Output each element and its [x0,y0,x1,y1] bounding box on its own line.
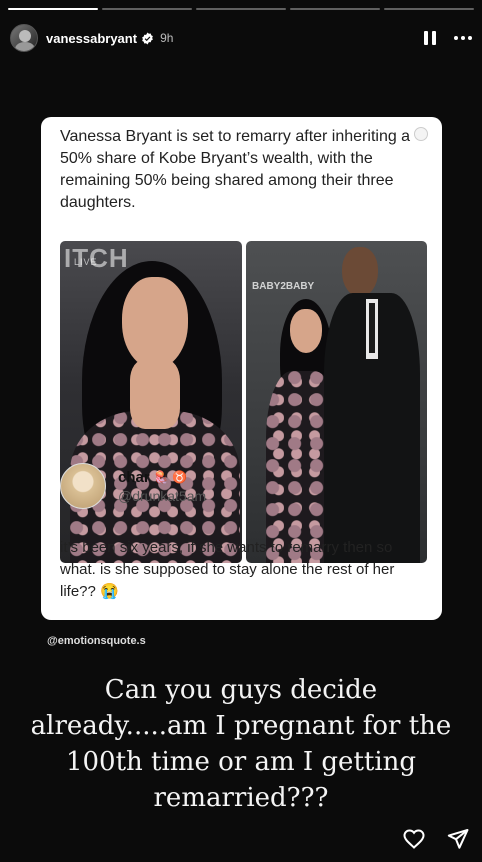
post-headline: Vanessa Bryant is set to remarry after i… [60,128,411,211]
username[interactable]: vanessabryant [46,31,137,46]
story-footer [402,827,470,851]
author-handle: @drunkat5am [118,487,207,504]
post-time: 9h [160,31,174,45]
photo-left-sub: LIVE [74,257,98,267]
post-toggle-icon [414,127,428,141]
story-progress-segment [384,8,474,10]
pause-icon[interactable] [424,31,436,45]
reply-text: it’s been six years, if she wants to rem… [60,539,395,600]
story-progress-fill [8,8,98,10]
story-header: vanessabryant 9h [10,22,472,54]
photo-left: ITCH LIVE [60,241,242,563]
story-progress [8,8,474,11]
source-mention[interactable]: @emotionsquote.s [47,635,146,647]
photo-right-banner: BABY2BABY [252,281,315,292]
photo-right: BABY2BABY [246,241,427,563]
send-icon[interactable] [446,827,470,851]
shared-post-card: Vanessa Bryant is set to remarry after i… [41,117,442,620]
story-view: vanessabryant 9h Vanessa Bryant is set t… [0,0,482,862]
reply-author: char 🪼 ♉ @drunkat5am [60,463,206,509]
author-emoji: 🪼 ♉ [153,470,187,484]
story-progress-segment [8,8,98,10]
more-icon[interactable] [454,36,472,40]
author-name: char [118,468,150,486]
story-progress-segment [102,8,192,10]
verified-badge-icon [141,32,154,45]
story-caption: Can you guys decide already.....am I pre… [30,675,452,813]
story-progress-segment [290,8,380,10]
story-progress-segment [196,8,286,10]
heart-icon[interactable] [402,827,426,851]
profile-avatar[interactable] [10,24,38,52]
author-avatar [60,463,106,509]
